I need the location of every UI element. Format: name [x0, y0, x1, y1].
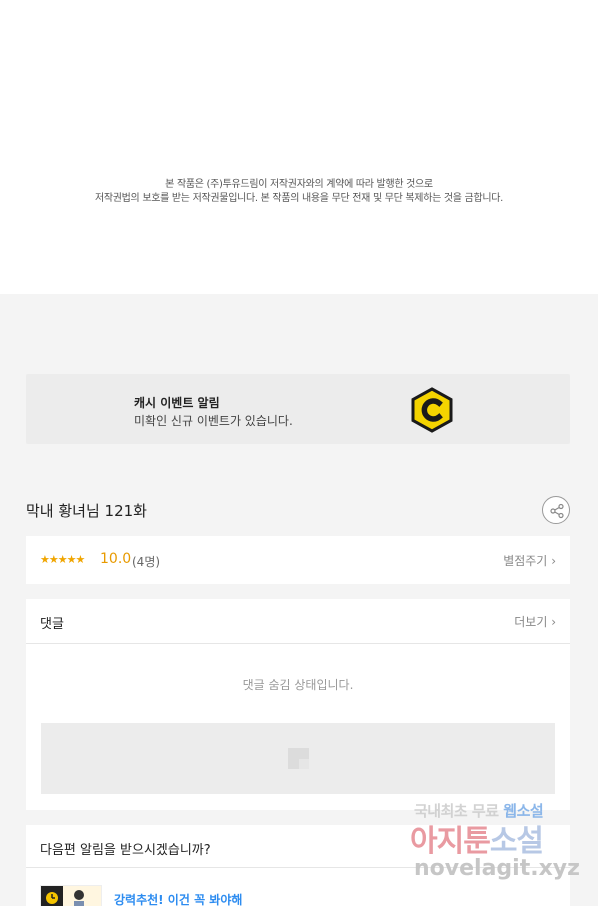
cash-event-title: 캐시 이벤트 알림: [134, 396, 220, 410]
rate-link-label: 별점주기: [503, 554, 548, 568]
rating-stars-icon: ★★★★★: [40, 553, 85, 566]
comments-title: 댓글: [40, 617, 64, 632]
copyright-line-1: 본 작품은 (주)투유드림이 저작권자와의 계약에 따라 발행한 것으로: [165, 179, 433, 190]
next-episode-notify-card: 다음편 알림을 받으시겠습니까? 강력추천! 이건 꼭 봐야해: [26, 825, 570, 906]
comments-hidden-message: 댓글 숨김 상태입니다.: [242, 678, 354, 692]
comments-card: 댓글 더보기 › 댓글 숨김 상태입니다.: [26, 599, 570, 810]
divider: [26, 867, 570, 868]
notify-question: 다음편 알림을 받으시겠습니까?: [40, 843, 211, 858]
comments-header: 댓글 더보기 ›: [26, 599, 570, 644]
character-icon: [74, 890, 84, 906]
chevron-right-icon: ›: [551, 554, 556, 568]
placeholder-logo-icon: [288, 748, 309, 769]
rating-count: (4명): [132, 555, 161, 569]
share-icon: [550, 503, 564, 519]
copyright-notice: 본 작품은 (주)투유드림이 저작권자와의 계약에 따라 발행한 것으로 저작권…: [0, 0, 598, 294]
more-link-label: 더보기: [514, 615, 548, 629]
clock-icon: [41, 886, 63, 906]
chevron-right-icon: ›: [551, 615, 556, 629]
rating-value: 10.0: [100, 551, 132, 567]
comments-more-link[interactable]: 더보기 ›: [514, 613, 556, 630]
comment-placeholder: [41, 723, 555, 794]
recommend-link[interactable]: 강력추천! 이건 꼭 봐야해: [114, 891, 242, 906]
cash-coin-icon: [411, 387, 453, 433]
rating-card: ★★★★★ 10.0 (4명) 별점주기 ›: [26, 536, 570, 584]
share-button[interactable]: [542, 496, 570, 524]
rate-link[interactable]: 별점주기 ›: [503, 552, 556, 569]
episode-title: 막내 황녀님 121화: [26, 502, 147, 520]
copyright-line-2: 저작권법의 보호를 받는 저작권물입니다. 본 작품의 내용을 무단 전재 및 …: [94, 193, 504, 204]
recommend-thumbnail[interactable]: [40, 885, 102, 906]
cash-event-banner[interactable]: 캐시 이벤트 알림 미확인 신규 이벤트가 있습니다.: [26, 374, 570, 444]
cash-event-description: 미확인 신규 이벤트가 있습니다.: [134, 414, 293, 428]
